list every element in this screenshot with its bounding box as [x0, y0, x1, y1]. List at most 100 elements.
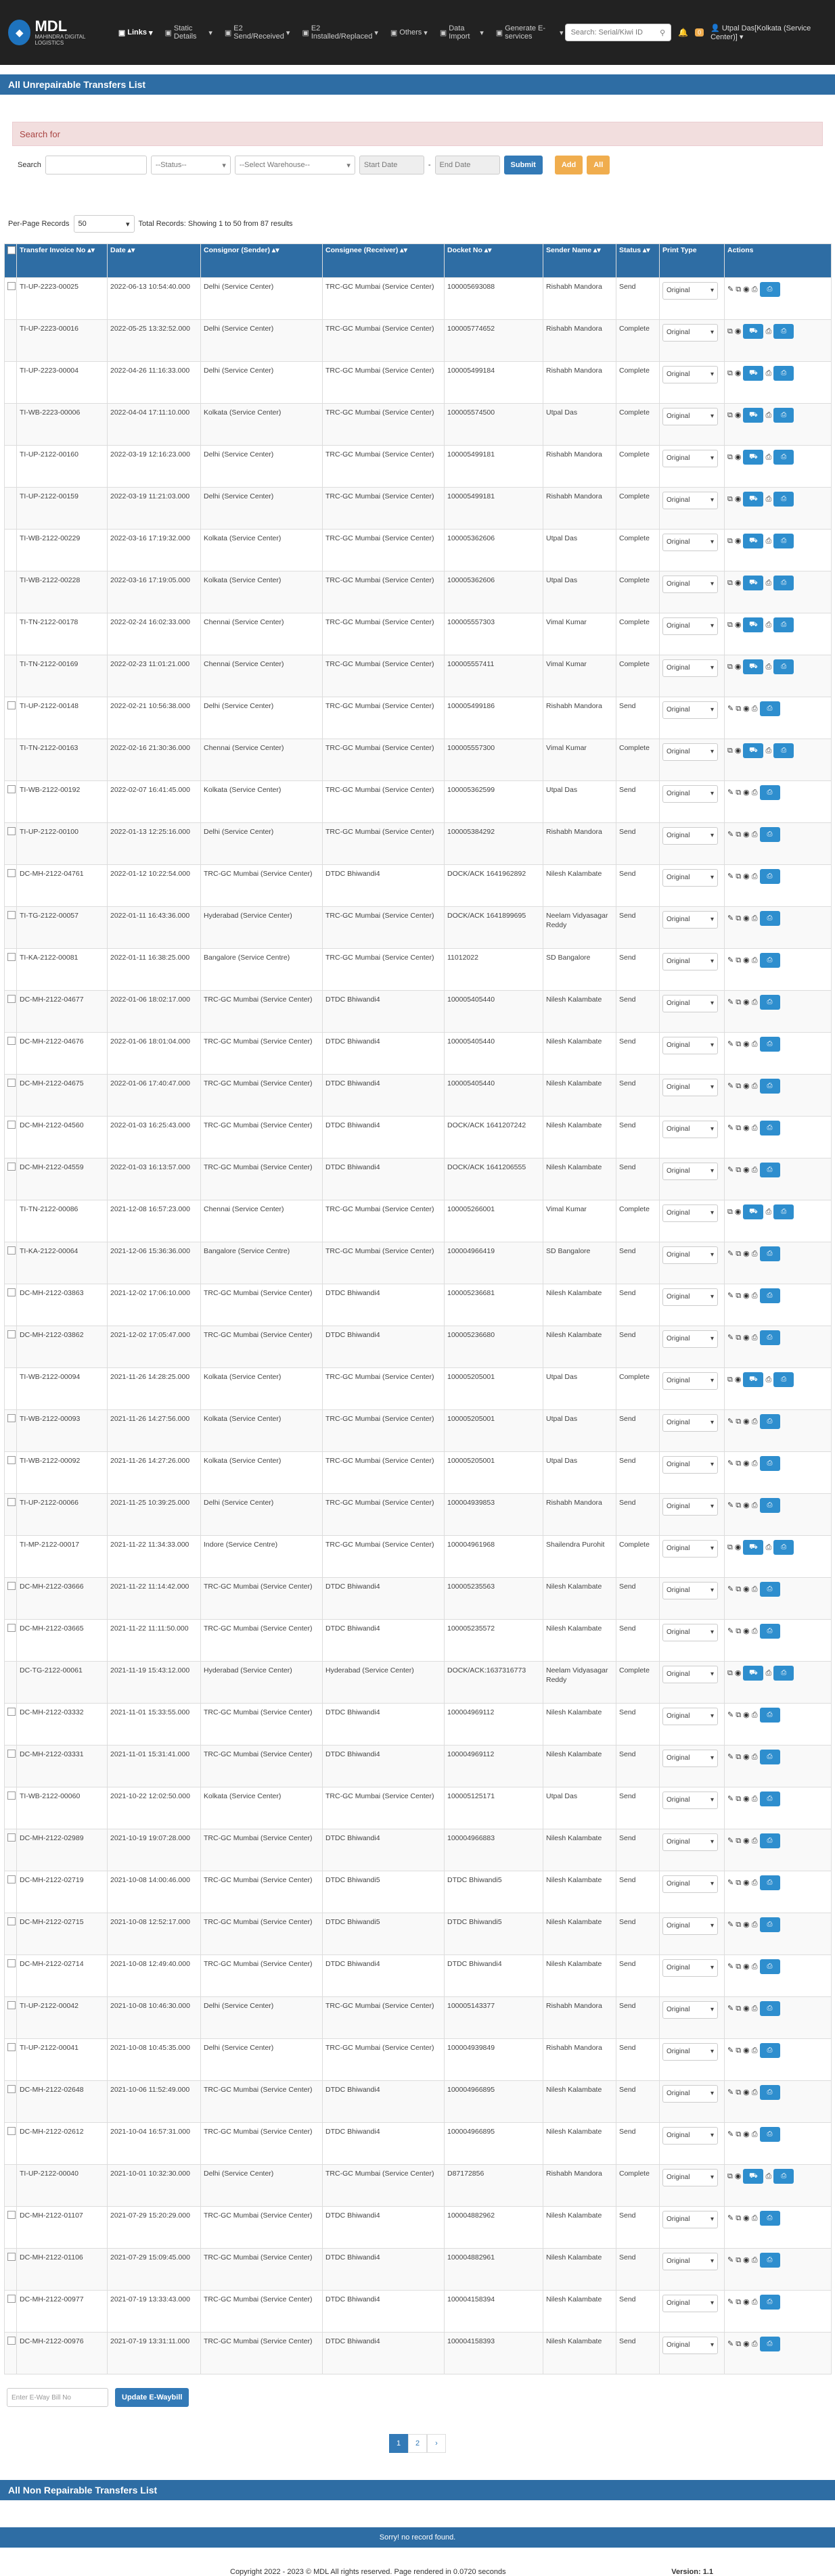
- edit-icon[interactable]: ✎: [727, 1249, 734, 1259]
- view-icon[interactable]: ◉: [743, 1459, 750, 1468]
- print-type-select[interactable]: Original ▾: [662, 659, 718, 677]
- edit-icon[interactable]: ✎: [727, 1710, 734, 1720]
- view-icon[interactable]: ◉: [735, 620, 742, 630]
- edit-icon[interactable]: ✎: [727, 1920, 734, 1929]
- nav-item-2[interactable]: ▣ E2 Send/Received ▾: [223, 20, 292, 45]
- print-icon[interactable]: ⎙: [752, 1878, 758, 1888]
- print-icon[interactable]: ⎙: [752, 998, 758, 1007]
- print-button[interactable]: ⎙: [773, 534, 794, 548]
- print-button[interactable]: ⎙: [759, 1079, 780, 1094]
- print-button[interactable]: ⎙: [773, 324, 794, 339]
- print-icon[interactable]: ⎙: [752, 1794, 758, 1804]
- print-button[interactable]: ⎙: [759, 2337, 780, 2351]
- print-icon[interactable]: ⎙: [752, 2130, 758, 2139]
- column-header[interactable]: Transfer Invoice No ▴▾: [16, 243, 108, 278]
- view-icon[interactable]: ◉: [743, 2088, 750, 2097]
- print-button[interactable]: ⎙: [759, 2085, 780, 2100]
- truck-button[interactable]: ⛟: [743, 366, 764, 381]
- view-icon[interactable]: ◉: [743, 1836, 750, 1846]
- user-menu[interactable]: 👤 Utpal Das[Kolkata (Service Center)] ▾: [710, 24, 827, 41]
- view-icon[interactable]: ◉: [743, 1123, 750, 1133]
- view-icon[interactable]: ◉: [735, 1668, 742, 1678]
- print-icon[interactable]: ⎙: [752, 2297, 758, 2307]
- eway-bill-input[interactable]: Enter E-Way Bill No: [7, 2388, 108, 2407]
- column-header[interactable]: Status ▴▾: [616, 243, 660, 278]
- print-button[interactable]: ⎙: [773, 1666, 794, 1681]
- print-icon[interactable]: ⎙: [752, 285, 758, 294]
- print-type-select[interactable]: Original ▾: [662, 1456, 718, 1474]
- nav-item-4[interactable]: ▣ Others ▾: [389, 20, 429, 45]
- print-icon[interactable]: ⎙: [765, 1543, 771, 1552]
- view-icon[interactable]: ◉: [735, 2172, 742, 2181]
- row-checkbox[interactable]: [7, 1624, 16, 1632]
- truck-button[interactable]: ⛟: [743, 408, 764, 423]
- view-icon[interactable]: ◉: [743, 872, 750, 881]
- print-button[interactable]: ⎙: [759, 701, 780, 716]
- view-icon[interactable]: ◉: [743, 1794, 750, 1804]
- row-checkbox[interactable]: [7, 1121, 16, 1129]
- print-button[interactable]: ⎙: [759, 2127, 780, 2142]
- row-checkbox[interactable]: [7, 1456, 16, 1464]
- print-icon[interactable]: ⎙: [752, 1836, 758, 1846]
- print-type-select[interactable]: Original ▾: [662, 450, 718, 467]
- row-checkbox[interactable]: [7, 2295, 16, 2303]
- print-button[interactable]: ⎙: [759, 1163, 780, 1177]
- print-type-select[interactable]: Original ▾: [662, 827, 718, 845]
- print-icon[interactable]: ⎙: [752, 1920, 758, 1929]
- copy-icon[interactable]: ⧉: [736, 1039, 741, 1049]
- print-button[interactable]: ⎙: [759, 1875, 780, 1890]
- copy-icon[interactable]: ⧉: [736, 1962, 741, 1971]
- print-button[interactable]: ⎙: [759, 827, 780, 842]
- copy-icon[interactable]: ⧉: [727, 1207, 733, 1217]
- print-button[interactable]: ⎙: [759, 1288, 780, 1303]
- print-button[interactable]: ⎙: [773, 450, 794, 465]
- view-icon[interactable]: ◉: [743, 2004, 750, 2013]
- copy-icon[interactable]: ⧉: [727, 746, 733, 755]
- edit-icon[interactable]: ✎: [727, 1794, 734, 1804]
- print-type-select[interactable]: Original ▾: [662, 1204, 718, 1222]
- print-icon[interactable]: ⎙: [752, 1081, 758, 1091]
- submit-button[interactable]: Submit: [503, 156, 543, 174]
- view-icon[interactable]: ◉: [743, 1878, 750, 1888]
- view-icon[interactable]: ◉: [743, 1585, 750, 1594]
- print-button[interactable]: ⎙: [759, 2043, 780, 2058]
- row-checkbox[interactable]: [7, 2253, 16, 2261]
- print-button[interactable]: ⎙: [759, 1917, 780, 1932]
- row-checkbox[interactable]: [7, 1498, 16, 1506]
- edit-icon[interactable]: ✎: [727, 1123, 734, 1133]
- print-button[interactable]: ⎙: [773, 1540, 794, 1555]
- edit-icon[interactable]: ✎: [727, 1626, 734, 1636]
- print-icon[interactable]: ⎙: [765, 1375, 771, 1384]
- truck-button[interactable]: ⛟: [743, 324, 764, 339]
- print-icon[interactable]: ⎙: [752, 1459, 758, 1468]
- truck-button[interactable]: ⛟: [743, 617, 764, 632]
- print-icon[interactable]: ⎙: [752, 2088, 758, 2097]
- print-icon[interactable]: ⎙: [752, 704, 758, 713]
- copy-icon[interactable]: ⧉: [727, 620, 733, 630]
- copy-icon[interactable]: ⧉: [736, 914, 741, 923]
- edit-icon[interactable]: ✎: [727, 2214, 734, 2223]
- copy-icon[interactable]: ⧉: [727, 494, 733, 504]
- print-button[interactable]: ⎙: [759, 1414, 780, 1429]
- view-icon[interactable]: ◉: [743, 2214, 750, 2223]
- print-button[interactable]: ⎙: [759, 1792, 780, 1806]
- row-checkbox[interactable]: [7, 701, 16, 709]
- print-button[interactable]: ⎙: [759, 869, 780, 884]
- print-type-select[interactable]: Original ▾: [662, 2211, 718, 2228]
- print-button[interactable]: ⎙: [759, 282, 780, 297]
- copy-icon[interactable]: ⧉: [736, 1459, 741, 1468]
- copy-icon[interactable]: ⧉: [736, 2046, 741, 2055]
- copy-icon[interactable]: ⧉: [727, 369, 733, 378]
- copy-icon[interactable]: ⧉: [736, 285, 741, 294]
- column-header[interactable]: Docket No ▴▾: [444, 243, 543, 278]
- print-button[interactable]: ⎙: [759, 1582, 780, 1597]
- edit-icon[interactable]: ✎: [727, 2046, 734, 2055]
- column-header[interactable]: Consignee (Receiver) ▴▾: [322, 243, 445, 278]
- edit-icon[interactable]: ✎: [727, 1878, 734, 1888]
- start-date-input[interactable]: Start Date: [359, 156, 424, 174]
- copy-icon[interactable]: ⧉: [736, 704, 741, 713]
- view-icon[interactable]: ◉: [735, 494, 742, 504]
- edit-icon[interactable]: ✎: [727, 2339, 734, 2349]
- print-type-select[interactable]: Original ▾: [662, 1917, 718, 1935]
- copy-icon[interactable]: ⧉: [727, 2172, 733, 2181]
